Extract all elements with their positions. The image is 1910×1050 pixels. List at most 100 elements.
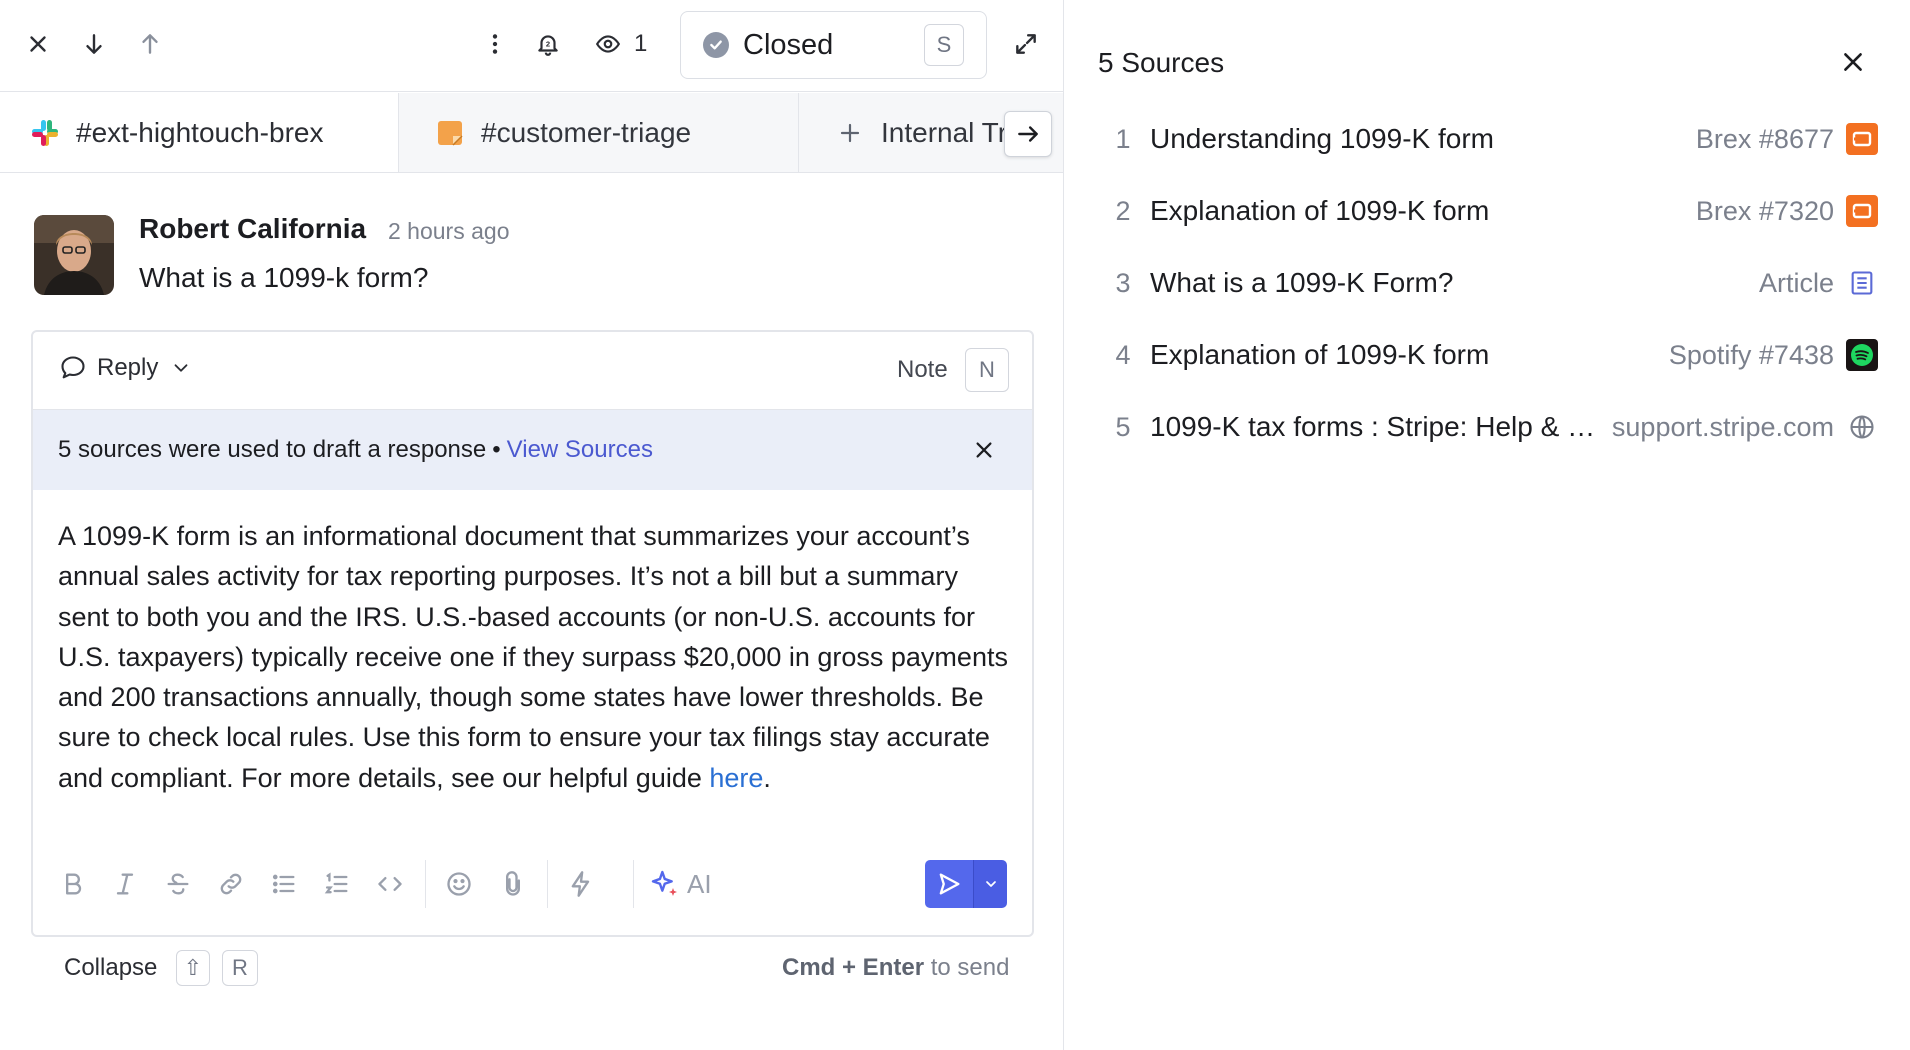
tab-customer-triage[interactable]: #customer-triage [398,93,798,172]
avatar[interactable] [34,215,114,295]
emoji-icon[interactable] [441,866,477,902]
close-icon[interactable] [970,436,998,464]
sources-banner: 5 sources were used to draft a response … [33,410,1032,490]
status-dropdown[interactable]: Closed S [680,11,987,79]
source-item[interactable]: 4 Explanation of 1099-K form Spotify #74… [1098,325,1878,385]
conversation-pane: 2 1 Closed S #ext-hightouch-brex #custom… [0,0,1064,1050]
sources-title: 5 Sources [1098,47,1225,78]
reply-composer: Reply Note N 5 sources were used to draf… [31,330,1034,937]
ai-label: AI [687,868,712,899]
toolbar-divider [425,860,426,908]
status-label: Closed [743,28,834,61]
bold-icon[interactable] [55,866,91,902]
message-text: What is a 1099-k form? [139,262,429,293]
arrow-down-icon[interactable] [76,26,112,62]
source-item[interactable]: 3 What is a 1099-K Form? Article [1098,253,1878,313]
draft-text: A 1099-K form is an informational docume… [58,521,1008,793]
slack-icon [30,118,60,148]
source-number: 2 [1115,195,1131,226]
ai-button[interactable]: AI [649,866,712,902]
more-vertical-icon[interactable] [477,26,513,62]
send-button[interactable] [925,860,973,908]
note-shortcut-key: N [965,348,1009,392]
sources-banner-text: 5 sources were used to draft a response [58,436,487,463]
r-key: R [222,950,258,986]
numbered-list-icon[interactable] [319,866,355,902]
bell-icon[interactable]: 2 [530,26,566,62]
globe-icon [1846,411,1878,443]
send-shortcut-rest: to send [924,954,1010,981]
conversation-toolbar: 2 1 Closed S [0,0,1063,92]
source-item[interactable]: 1 Understanding 1099-K form Brex #8677 [1098,109,1878,169]
tab-label: #customer-triage [481,117,692,148]
send-button-group [925,860,1007,908]
banner-separator: • [492,436,501,463]
tab-label: #ext-hightouch-brex [76,117,324,148]
tab-ext-hightouch-brex[interactable]: #ext-hightouch-brex [0,93,398,172]
tab-label: Internal Tra [881,117,1023,148]
chevron-down-icon [174,364,188,372]
reply-mode-label: Reply [97,354,159,381]
note-icon [435,118,465,148]
source-title: Explanation of 1099-K form [1150,339,1490,370]
spotify-icon [1846,339,1878,371]
source-origin: support.stripe.com [1611,411,1834,442]
speech-bubble-icon [61,356,85,379]
sources-panel: 5 Sources 1 Understanding 1099-K form Br… [1065,0,1910,1050]
check-circle-icon [703,32,729,58]
bulleted-list-icon[interactable] [266,866,302,902]
message-timestamp: 2 hours ago [388,218,510,244]
shift-key: ⇧ [176,950,210,986]
italic-icon[interactable] [107,866,143,902]
formatting-toolbar: AI [33,852,1032,916]
source-number: 1 [1115,123,1131,154]
ticket-icon [1846,123,1878,155]
source-title: Explanation of 1099-K form [1150,195,1490,226]
chevron-down-icon [985,881,996,887]
sparkle-icon [651,870,677,896]
arrow-right-icon [1018,126,1038,142]
lightning-icon[interactable] [563,866,599,902]
source-item[interactable]: 2 Explanation of 1099-K form Brex #7320 [1098,181,1878,241]
source-number: 4 [1115,339,1131,370]
source-origin: Article [1758,267,1834,298]
draft-response-editor[interactable]: A 1099-K form is an informational docume… [58,516,1013,798]
source-title: 1099-K tax forms : Stripe: Help & Suppor… [1150,411,1598,442]
send-shortcut-hint: Cmd + Enter to send [782,954,1009,982]
guide-link[interactable]: here [709,763,763,793]
source-title: What is a 1099-K Form? [1150,267,1454,298]
reply-mode-dropdown[interactable]: Reply [59,354,202,382]
view-sources-link[interactable]: View Sources [507,436,653,464]
status-shortcut-key: S [924,24,964,66]
note-label[interactable]: Note [897,356,948,384]
message-author: Robert California [139,213,367,244]
source-origin: Brex #7320 [1695,195,1834,226]
composer-header: Reply Note N [33,332,1032,410]
eye-icon[interactable] [590,26,626,62]
source-origin: Spotify #7438 [1668,339,1834,370]
source-number: 3 [1115,267,1131,298]
send-options-dropdown[interactable] [973,860,1007,908]
source-origin: Brex #8677 [1695,123,1834,154]
toolbar-divider [633,860,634,908]
source-item[interactable]: 5 1099-K tax forms : Stripe: Help & Supp… [1098,397,1878,457]
arrow-up-icon[interactable] [132,26,168,62]
expand-icon[interactable] [1008,26,1044,62]
close-icon[interactable] [20,26,56,62]
code-icon[interactable] [372,866,408,902]
channel-tabs: #ext-hightouch-brex #customer-triage Int… [0,93,1063,173]
send-shortcut-keys: Cmd + Enter [782,954,925,981]
source-number: 5 [1115,411,1131,442]
watcher-count: 1 [634,30,648,57]
collapse-button[interactable]: Collapse [64,954,157,982]
plus-icon [835,118,865,148]
link-icon[interactable] [213,866,249,902]
tabs-scroll-right-button[interactable] [1004,111,1052,157]
close-icon[interactable] [1837,46,1869,78]
draft-text-end: . [763,762,771,793]
toolbar-divider [547,860,548,908]
source-title: Understanding 1099-K form [1150,123,1494,154]
strikethrough-icon[interactable] [160,866,196,902]
attachment-icon[interactable] [495,866,531,902]
ticket-icon [1846,195,1878,227]
